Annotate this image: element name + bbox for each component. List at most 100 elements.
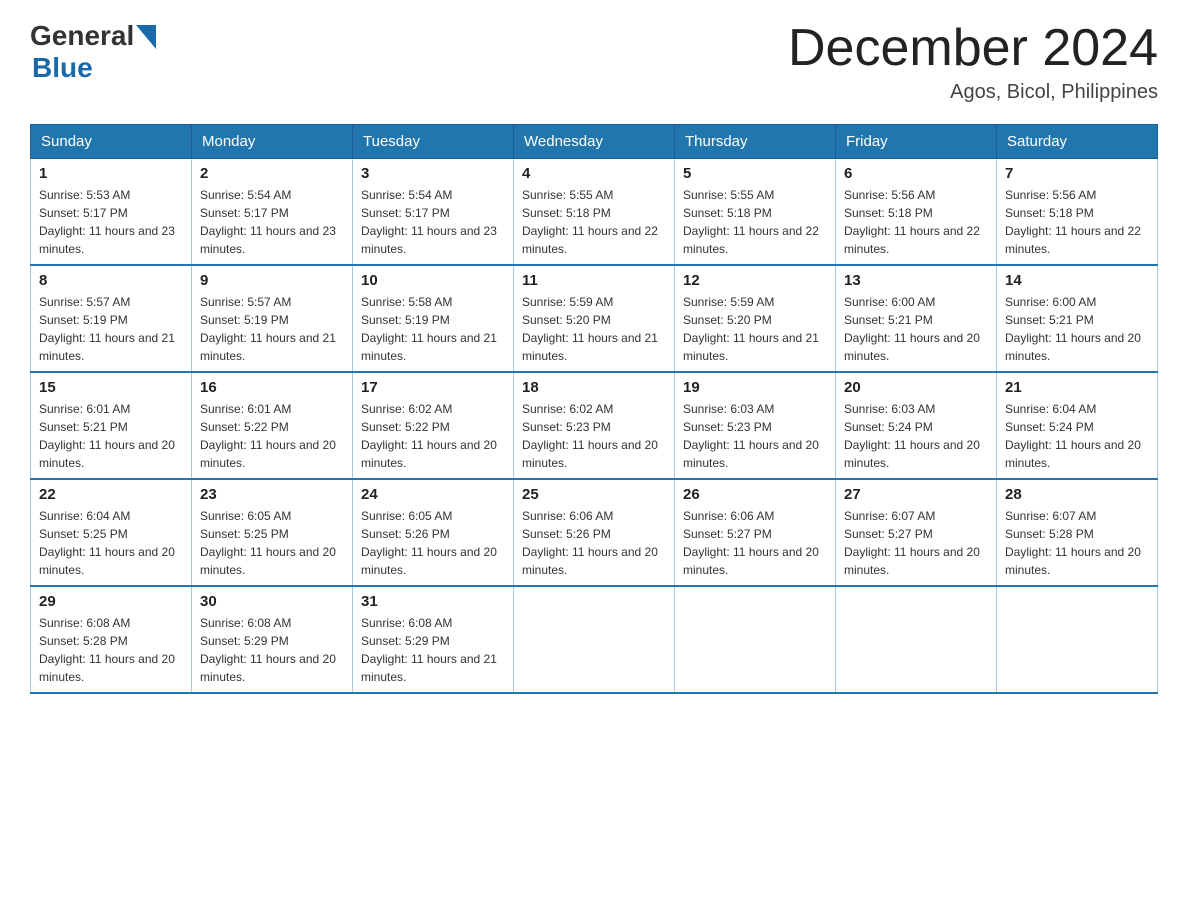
- day-info: Sunrise: 5:59 AMSunset: 5:20 PMDaylight:…: [683, 293, 827, 365]
- day-number: 17: [361, 379, 505, 396]
- day-info: Sunrise: 5:56 AMSunset: 5:18 PMDaylight:…: [844, 186, 988, 258]
- calendar-cell: [997, 586, 1158, 693]
- day-info: Sunrise: 5:55 AMSunset: 5:18 PMDaylight:…: [683, 186, 827, 258]
- calendar-cell: 4 Sunrise: 5:55 AMSunset: 5:18 PMDaylight…: [514, 159, 675, 266]
- day-info: Sunrise: 6:02 AMSunset: 5:23 PMDaylight:…: [522, 400, 666, 472]
- day-info: Sunrise: 6:08 AMSunset: 5:28 PMDaylight:…: [39, 614, 183, 686]
- day-info: Sunrise: 5:57 AMSunset: 5:19 PMDaylight:…: [39, 293, 183, 365]
- calendar-cell: 26 Sunrise: 6:06 AMSunset: 5:27 PMDayligh…: [675, 479, 836, 586]
- day-number: 22: [39, 486, 183, 503]
- calendar-cell: 10 Sunrise: 5:58 AMSunset: 5:19 PMDayligh…: [353, 265, 514, 372]
- day-info: Sunrise: 5:55 AMSunset: 5:18 PMDaylight:…: [522, 186, 666, 258]
- calendar-cell: 19 Sunrise: 6:03 AMSunset: 5:23 PMDayligh…: [675, 372, 836, 479]
- day-number: 10: [361, 272, 505, 289]
- day-number: 28: [1005, 486, 1149, 503]
- calendar-cell: 18Sunrise: 6:02 AMSunset: 5:23 PMDayligh…: [514, 372, 675, 479]
- calendar-cell: 7 Sunrise: 5:56 AMSunset: 5:18 PMDaylight…: [997, 159, 1158, 266]
- day-info: Sunrise: 6:04 AMSunset: 5:25 PMDaylight:…: [39, 507, 183, 579]
- day-info: Sunrise: 6:08 AMSunset: 5:29 PMDaylight:…: [200, 614, 344, 686]
- day-number: 3: [361, 165, 505, 182]
- day-number: 29: [39, 593, 183, 610]
- weekday-header-sunday: Sunday: [31, 125, 192, 159]
- day-info: Sunrise: 5:56 AMSunset: 5:18 PMDaylight:…: [1005, 186, 1149, 258]
- day-info: Sunrise: 5:58 AMSunset: 5:19 PMDaylight:…: [361, 293, 505, 365]
- day-info: Sunrise: 6:05 AMSunset: 5:26 PMDaylight:…: [361, 507, 505, 579]
- day-number: 5: [683, 165, 827, 182]
- calendar-cell: 2 Sunrise: 5:54 AMSunset: 5:17 PMDaylight…: [192, 159, 353, 266]
- day-info: Sunrise: 6:07 AMSunset: 5:28 PMDaylight:…: [1005, 507, 1149, 579]
- day-info: Sunrise: 6:06 AMSunset: 5:27 PMDaylight:…: [683, 507, 827, 579]
- day-number: 19: [683, 379, 827, 396]
- day-info: Sunrise: 6:04 AMSunset: 5:24 PMDaylight:…: [1005, 400, 1149, 472]
- calendar-week-row: 15Sunrise: 6:01 AMSunset: 5:21 PMDayligh…: [31, 372, 1158, 479]
- day-info: Sunrise: 5:53 AMSunset: 5:17 PMDaylight:…: [39, 186, 183, 258]
- day-number: 31: [361, 593, 505, 610]
- calendar-cell: 21 Sunrise: 6:04 AMSunset: 5:24 PMDayligh…: [997, 372, 1158, 479]
- logo: General Blue: [30, 20, 156, 84]
- calendar-week-row: 1 Sunrise: 5:53 AMSunset: 5:17 PMDaylight…: [31, 159, 1158, 266]
- weekday-header-thursday: Thursday: [675, 125, 836, 159]
- day-number: 8: [39, 272, 183, 289]
- calendar-cell: 24 Sunrise: 6:05 AMSunset: 5:26 PMDayligh…: [353, 479, 514, 586]
- calendar-cell: 3 Sunrise: 5:54 AMSunset: 5:17 PMDaylight…: [353, 159, 514, 266]
- day-number: 25: [522, 486, 666, 503]
- day-number: 14: [1005, 272, 1149, 289]
- day-info: Sunrise: 6:02 AMSunset: 5:22 PMDaylight:…: [361, 400, 505, 472]
- title-block: December 2024 Agos, Bicol, Philippines: [788, 20, 1158, 104]
- calendar-cell: 20Sunrise: 6:03 AMSunset: 5:24 PMDayligh…: [836, 372, 997, 479]
- day-number: 16: [200, 379, 344, 396]
- calendar-table: SundayMondayTuesdayWednesdayThursdayFrid…: [30, 124, 1158, 694]
- calendar-cell: 16Sunrise: 6:01 AMSunset: 5:22 PMDayligh…: [192, 372, 353, 479]
- calendar-cell: 15Sunrise: 6:01 AMSunset: 5:21 PMDayligh…: [31, 372, 192, 479]
- calendar-cell: 28 Sunrise: 6:07 AMSunset: 5:28 PMDayligh…: [997, 479, 1158, 586]
- calendar-cell: 22 Sunrise: 6:04 AMSunset: 5:25 PMDayligh…: [31, 479, 192, 586]
- day-info: Sunrise: 5:54 AMSunset: 5:17 PMDaylight:…: [361, 186, 505, 258]
- day-info: Sunrise: 6:03 AMSunset: 5:24 PMDaylight:…: [844, 400, 988, 472]
- day-info: Sunrise: 6:06 AMSunset: 5:26 PMDaylight:…: [522, 507, 666, 579]
- page-header: General Blue December 2024 Agos, Bicol, …: [30, 20, 1158, 104]
- weekday-header-tuesday: Tuesday: [353, 125, 514, 159]
- day-number: 6: [844, 165, 988, 182]
- day-info: Sunrise: 5:54 AMSunset: 5:17 PMDaylight:…: [200, 186, 344, 258]
- day-info: Sunrise: 6:03 AMSunset: 5:23 PMDaylight:…: [683, 400, 827, 472]
- calendar-cell: 8 Sunrise: 5:57 AMSunset: 5:19 PMDaylight…: [31, 265, 192, 372]
- calendar-cell: 12 Sunrise: 5:59 AMSunset: 5:20 PMDayligh…: [675, 265, 836, 372]
- day-number: 26: [683, 486, 827, 503]
- day-info: Sunrise: 6:00 AMSunset: 5:21 PMDaylight:…: [844, 293, 988, 365]
- calendar-week-row: 29 Sunrise: 6:08 AMSunset: 5:28 PMDayligh…: [31, 586, 1158, 693]
- day-number: 15: [39, 379, 183, 396]
- calendar-cell: [675, 586, 836, 693]
- day-info: Sunrise: 6:08 AMSunset: 5:29 PMDaylight:…: [361, 614, 505, 686]
- day-number: 21: [1005, 379, 1149, 396]
- weekday-header-saturday: Saturday: [997, 125, 1158, 159]
- weekday-header-friday: Friday: [836, 125, 997, 159]
- day-number: 23: [200, 486, 344, 503]
- day-number: 13: [844, 272, 988, 289]
- calendar-cell: [836, 586, 997, 693]
- logo-triangle-icon: [136, 25, 156, 49]
- day-number: 2: [200, 165, 344, 182]
- day-info: Sunrise: 5:59 AMSunset: 5:20 PMDaylight:…: [522, 293, 666, 365]
- day-number: 27: [844, 486, 988, 503]
- day-number: 7: [1005, 165, 1149, 182]
- calendar-cell: 9Sunrise: 5:57 AMSunset: 5:19 PMDaylight…: [192, 265, 353, 372]
- calendar-cell: 27Sunrise: 6:07 AMSunset: 5:27 PMDayligh…: [836, 479, 997, 586]
- calendar-cell: 1 Sunrise: 5:53 AMSunset: 5:17 PMDaylight…: [31, 159, 192, 266]
- day-number: 1: [39, 165, 183, 182]
- day-number: 9: [200, 272, 344, 289]
- calendar-cell: 23Sunrise: 6:05 AMSunset: 5:25 PMDayligh…: [192, 479, 353, 586]
- month-title: December 2024: [788, 20, 1158, 77]
- calendar-cell: 31 Sunrise: 6:08 AMSunset: 5:29 PMDayligh…: [353, 586, 514, 693]
- logo-blue-text: Blue: [32, 52, 93, 83]
- calendar-cell: 29 Sunrise: 6:08 AMSunset: 5:28 PMDayligh…: [31, 586, 192, 693]
- day-number: 4: [522, 165, 666, 182]
- calendar-cell: [514, 586, 675, 693]
- subtitle: Agos, Bicol, Philippines: [788, 81, 1158, 104]
- day-number: 30: [200, 593, 344, 610]
- calendar-cell: 25 Sunrise: 6:06 AMSunset: 5:26 PMDayligh…: [514, 479, 675, 586]
- calendar-header-row: SundayMondayTuesdayWednesdayThursdayFrid…: [31, 125, 1158, 159]
- calendar-cell: 17 Sunrise: 6:02 AMSunset: 5:22 PMDayligh…: [353, 372, 514, 479]
- day-number: 24: [361, 486, 505, 503]
- day-number: 12: [683, 272, 827, 289]
- calendar-cell: 30 Sunrise: 6:08 AMSunset: 5:29 PMDayligh…: [192, 586, 353, 693]
